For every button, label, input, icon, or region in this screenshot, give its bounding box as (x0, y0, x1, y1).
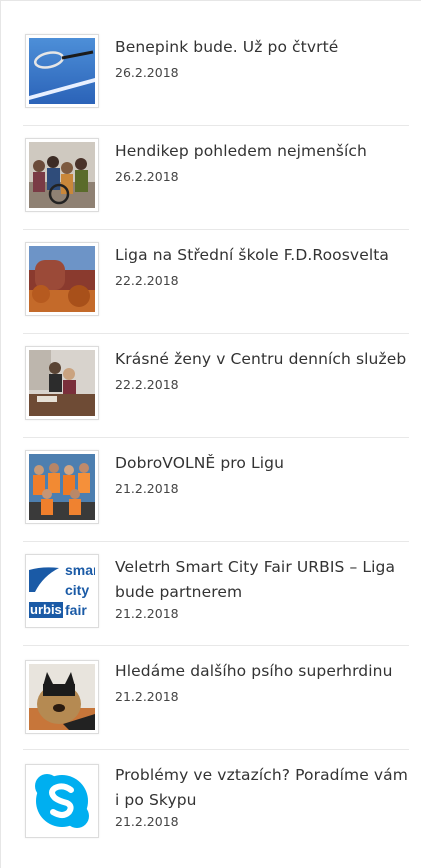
list-item[interactable]: Liga na Střední škole F.D.Roosvelta 22.2… (23, 230, 409, 334)
article-title[interactable]: Krásné ženy v Centru denních služeb (115, 347, 409, 372)
volunteers-group-image (29, 454, 95, 520)
article-title[interactable]: DobroVOLNĚ pro Ligu (115, 451, 409, 476)
article-title[interactable]: Veletrh Smart City Fair URBIS – Liga bud… (115, 555, 409, 605)
article-date: 26.2.2018 (115, 169, 179, 184)
article-title[interactable]: Problémy ve vztazích? Poradíme vám i po … (115, 763, 409, 813)
article-date: 22.2.2018 (115, 377, 179, 392)
news-widget: Benepink bude. Už po čtvrté 26.2.2018 He… (0, 0, 421, 868)
article-thumbnail[interactable] (25, 450, 99, 524)
article-date: 22.2.2018 (115, 273, 179, 288)
list-item[interactable]: Krásné ženy v Centru denních služeb 22.2… (23, 334, 409, 438)
article-title[interactable]: Liga na Střední škole F.D.Roosvelta (115, 243, 409, 268)
women-meeting-image (29, 350, 95, 416)
article-title[interactable]: Hledáme dalšího psího superhrdinu (115, 659, 409, 684)
list-item[interactable]: Hledáme dalšího psího superhrdinu 21.2.2… (23, 646, 409, 750)
article-thumbnail[interactable]: smart city urbis fair (25, 554, 99, 628)
news-list: Benepink bude. Už po čtvrté 26.2.2018 He… (23, 1, 409, 860)
article-thumbnail[interactable] (25, 242, 99, 316)
logo-text-fair: fair (65, 602, 87, 618)
skype-logo-image (29, 768, 95, 834)
dog-batman-image (29, 664, 95, 730)
smart-city-fair-logo: smart city urbis fair (29, 558, 95, 624)
logo-text-urbis: urbis (30, 602, 62, 617)
article-date: 21.2.2018 (115, 689, 179, 704)
logo-text-city: city (65, 582, 90, 598)
list-item[interactable]: Benepink bude. Už po čtvrté 26.2.2018 (23, 1, 409, 126)
article-title[interactable]: Hendikep pohledem nejmenších (115, 139, 409, 164)
article-date: 21.2.2018 (115, 606, 179, 621)
article-date: 21.2.2018 (115, 481, 179, 496)
article-thumbnail[interactable] (25, 764, 99, 838)
list-item[interactable]: Problémy ve vztazích? Poradíme vám i po … (23, 750, 409, 860)
article-thumbnail[interactable] (25, 138, 99, 212)
school-building-image (29, 246, 95, 312)
article-thumbnail[interactable] (25, 34, 99, 108)
article-thumbnail[interactable] (25, 660, 99, 734)
article-thumbnail[interactable] (25, 346, 99, 420)
article-date: 21.2.2018 (115, 814, 179, 829)
list-item[interactable]: Hendikep pohledem nejmenších 26.2.2018 (23, 126, 409, 230)
article-title[interactable]: Benepink bude. Už po čtvrté (115, 35, 409, 60)
children-wheelchair-image (29, 142, 95, 208)
article-date: 26.2.2018 (115, 65, 179, 80)
badminton-racket-image (29, 38, 95, 104)
logo-text-smart: smart (65, 562, 95, 578)
list-item[interactable]: smart city urbis fair Veletrh Smart City… (23, 542, 409, 646)
list-item[interactable]: DobroVOLNĚ pro Ligu 21.2.2018 (23, 438, 409, 542)
